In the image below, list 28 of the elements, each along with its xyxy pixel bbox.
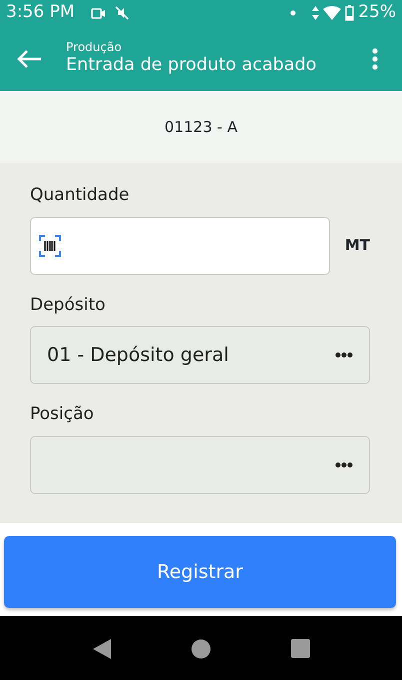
product-code: 01123 - A (164, 116, 238, 138)
field-value: 01 - Depósito geral (47, 342, 229, 368)
more-icon[interactable] (335, 462, 353, 468)
back-arrow-icon[interactable] (16, 48, 42, 68)
home-icon[interactable] (190, 638, 210, 658)
unit-label: MT (344, 235, 370, 256)
register-button[interactable]: Registrar (4, 536, 396, 608)
picker-field[interactable]: 01 - Depósito geral (30, 326, 370, 384)
quantity-field[interactable] (30, 216, 330, 274)
picker-field[interactable] (30, 436, 370, 494)
screen-title: Entrada de produto acabado (66, 54, 318, 78)
barcode-scan-icon[interactable] (39, 234, 61, 256)
field-label: Posição (30, 403, 95, 426)
recents-icon[interactable] (290, 639, 310, 658)
more-icon[interactable] (335, 352, 353, 358)
field-label: Depósito (30, 294, 106, 316)
camera-icon (90, 8, 106, 18)
dot-icon (290, 10, 296, 16)
battery-level: 25% (358, 1, 396, 24)
back-icon[interactable] (92, 638, 110, 658)
data-arrows-icon (312, 6, 320, 20)
clock: 3:56 PM (6, 1, 74, 24)
field-label: Quantidade (30, 184, 130, 207)
overflow-menu-icon[interactable] (372, 48, 378, 70)
screen-subtitle: Produção (66, 40, 123, 54)
battery-icon (345, 5, 354, 21)
mute-icon (114, 5, 130, 21)
wifi-icon (323, 6, 342, 20)
